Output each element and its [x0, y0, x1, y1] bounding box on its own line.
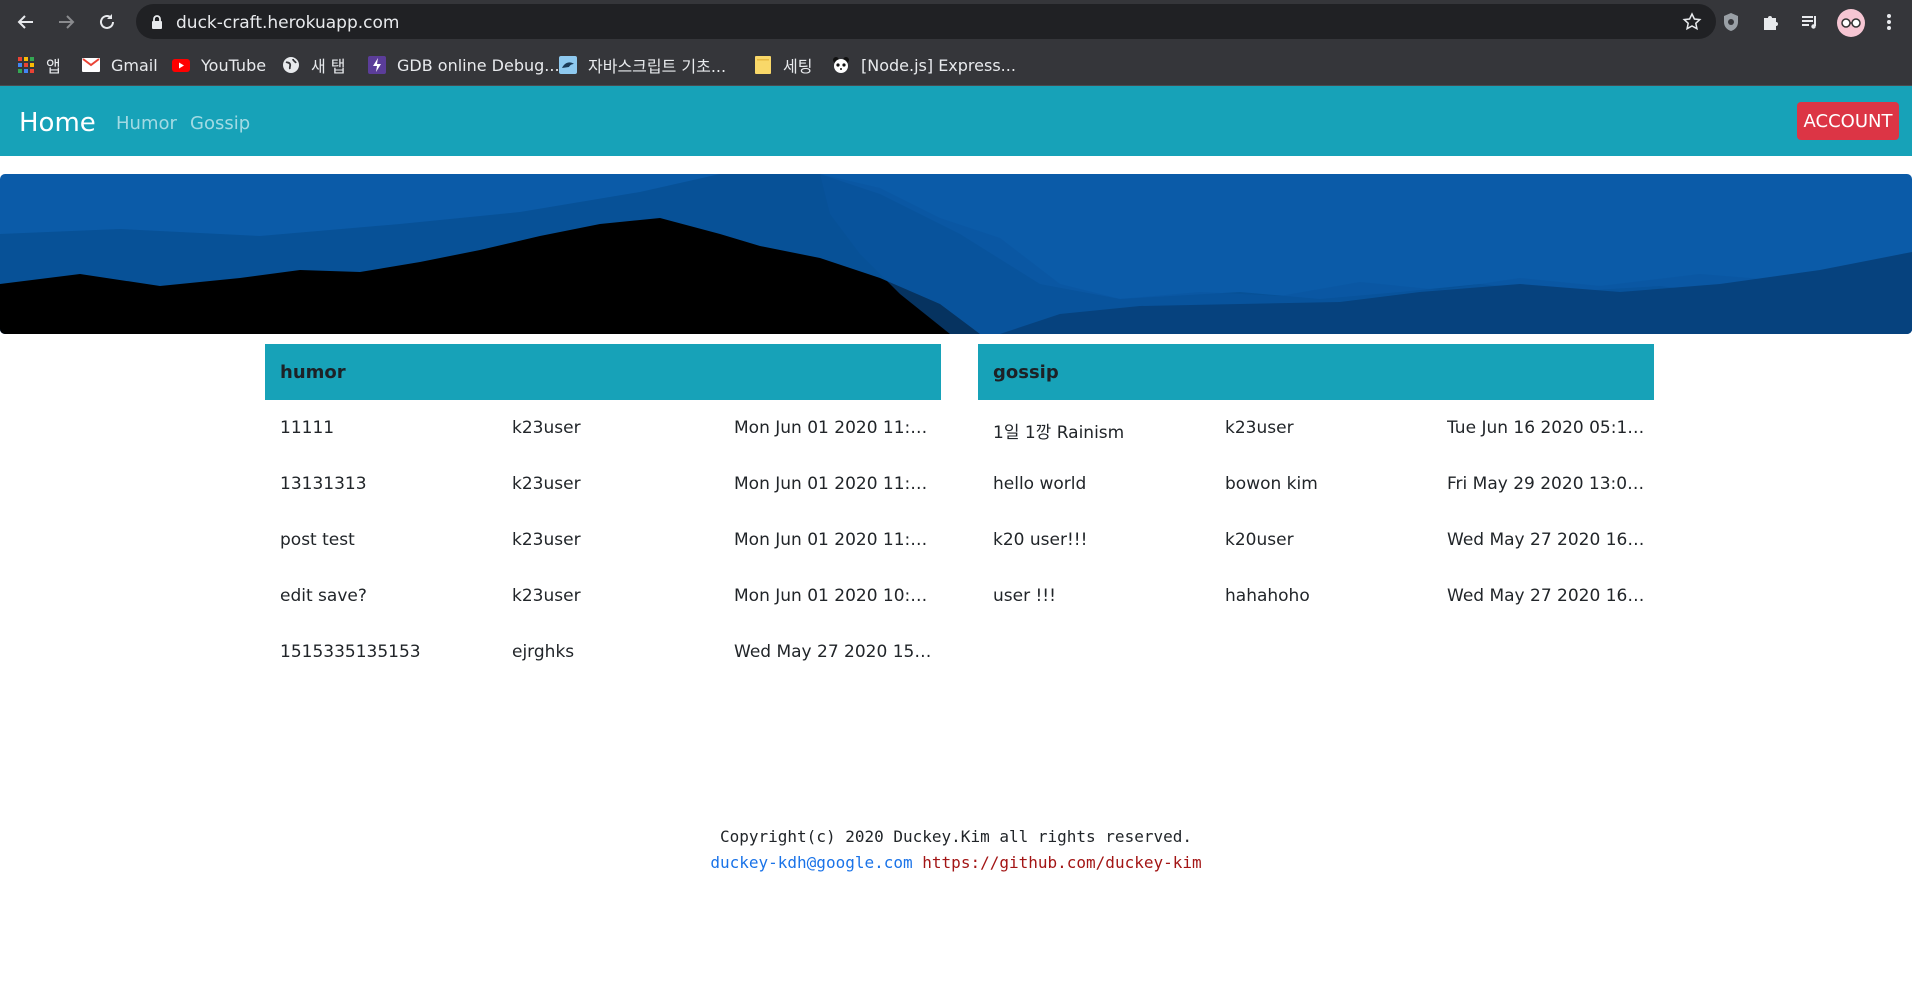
post-title[interactable]: 1일 1깡 Rainism [993, 418, 1213, 443]
media-button[interactable] [1797, 9, 1823, 35]
folder-icon [754, 56, 772, 74]
bookmark-label: 새 탭 [311, 57, 346, 76]
url-text: duck-craft.herokuapp.com [176, 13, 400, 33]
table-row[interactable]: 13131313 k23user Mon Jun 01 2020 11:1... [265, 456, 941, 512]
email-link[interactable]: duckey-kdh@google.com [710, 853, 912, 872]
gmail-icon [82, 56, 100, 74]
shield-extension-button[interactable] [1718, 9, 1744, 35]
board-title[interactable]: humor [265, 344, 941, 400]
playlist-icon [1802, 16, 1816, 29]
bookmark-label: 앱 [46, 57, 61, 76]
puzzle-icon [1764, 16, 1778, 30]
bookmark-label: 자바스크립트 기초... [588, 57, 727, 76]
browser-toolbar: duck-craft.herokuapp.com [0, 0, 1912, 43]
menu-button[interactable] [1876, 9, 1902, 35]
table-row[interactable]: user !!! hahahoho Wed May 27 2020 16:1..… [978, 568, 1654, 624]
arrow-right-icon [58, 14, 74, 29]
post-title[interactable]: hello world [993, 474, 1213, 494]
humor-board: humor 11111 k23user Mon Jun 01 2020 11:2… [265, 344, 941, 680]
post-date: Wed May 27 2020 16:1... [1447, 586, 1647, 606]
table-row[interactable]: 11111 k23user Mon Jun 01 2020 11:2... [265, 400, 941, 456]
account-button[interactable]: ACCOUNT [1797, 102, 1899, 140]
post-author: k23user [1225, 418, 1294, 438]
post-title[interactable]: 11111 [280, 418, 500, 438]
post-title[interactable]: 13131313 [280, 474, 500, 494]
profile-avatar[interactable] [1837, 9, 1865, 37]
youtube-icon [172, 56, 190, 74]
post-title[interactable]: k20 user!!! [993, 530, 1213, 550]
bookmark-label: YouTube [201, 55, 267, 75]
table-row[interactable]: k20 user!!! k20user Wed May 27 2020 16:1… [978, 512, 1654, 568]
forward-button[interactable] [52, 8, 79, 35]
bookmark-new-tab[interactable]: 새 탭 [282, 54, 346, 76]
star-icon[interactable] [1682, 12, 1702, 32]
post-date: Wed May 27 2020 16:1... [1447, 530, 1647, 550]
panda-icon [832, 56, 850, 74]
table-row[interactable]: 1515335135153 ejrghks Wed May 27 2020 15… [265, 624, 941, 680]
more-vertical-icon [1887, 14, 1891, 30]
post-author: bowon kim [1225, 474, 1318, 494]
site-navbar: Home Humor Gossip ACCOUNT [0, 86, 1912, 156]
post-date: Tue Jun 16 2020 05:14:... [1447, 418, 1647, 438]
bookmark-youtube[interactable]: YouTube [172, 54, 266, 76]
post-date: Wed May 27 2020 15:1... [734, 642, 934, 662]
mountain-landscape-image [0, 174, 1912, 334]
table-row[interactable]: post test k23user Mon Jun 01 2020 11:0..… [265, 512, 941, 568]
bookmarks-bar: 앱 Gmail YouTube 새 탭 GDB online Debug... … [0, 43, 1912, 86]
nav-link-humor[interactable]: Humor [116, 113, 177, 134]
back-button[interactable] [12, 8, 39, 35]
bookmark-gmail[interactable]: Gmail [82, 54, 158, 76]
reload-button[interactable] [93, 8, 120, 35]
table-row[interactable]: hello world bowon kim Fri May 29 2020 13… [978, 456, 1654, 512]
bookmark-gdb[interactable]: GDB online Debug... [368, 54, 560, 76]
bookmark-label: [Node.js] Express... [861, 55, 1016, 75]
bookmark-apps[interactable]: 앱 [17, 54, 61, 76]
post-author: hahahoho [1225, 586, 1310, 606]
post-author: k23user [512, 474, 581, 494]
bookmark-settings-folder[interactable]: 세팅 [754, 54, 812, 76]
gossip-board: gossip 1일 1깡 Rainism k23user Tue Jun 16 … [978, 344, 1654, 624]
bookmark-label: GDB online Debug... [397, 55, 560, 75]
github-link[interactable]: https://github.com/duckey-kim [922, 853, 1201, 872]
bookmark-express[interactable]: [Node.js] Express... [832, 54, 1016, 76]
post-author: ejrghks [512, 642, 575, 662]
post-title[interactable]: edit save? [280, 586, 500, 606]
bookmark-label: 세팅 [783, 57, 813, 76]
post-date: Fri May 29 2020 13:05:... [1447, 474, 1647, 494]
post-date: Mon Jun 01 2020 11:0... [734, 530, 934, 550]
globe-icon [282, 56, 300, 74]
post-title[interactable]: 1515335135153 [280, 642, 500, 662]
arrow-left-icon [17, 14, 33, 29]
glasses-icon [1841, 18, 1861, 28]
post-title[interactable]: user !!! [993, 586, 1213, 606]
post-author: k20user [1225, 530, 1294, 550]
gdb-icon [368, 56, 386, 74]
post-author: k23user [512, 418, 581, 438]
apps-grid-icon [17, 56, 35, 74]
lock-icon [152, 15, 162, 29]
reload-icon [99, 13, 114, 29]
post-author: k23user [512, 586, 581, 606]
table-row[interactable]: 1일 1깡 Rainism k23user Tue Jun 16 2020 05… [978, 400, 1654, 456]
address-bar[interactable]: duck-craft.herokuapp.com [136, 4, 1716, 39]
post-date: Mon Jun 01 2020 10:5... [734, 586, 934, 606]
table-row[interactable]: edit save? k23user Mon Jun 01 2020 10:5.… [265, 568, 941, 624]
home-link[interactable]: Home [19, 108, 96, 138]
post-author: k23user [512, 530, 581, 550]
shield-icon [1724, 13, 1738, 31]
post-date: Mon Jun 01 2020 11:2... [734, 418, 934, 438]
hero-banner [0, 174, 1912, 334]
nav-link-gossip[interactable]: Gossip [190, 113, 250, 134]
site-footer: Copyright(c) 2020 Duckey.Kim all rights … [0, 824, 1912, 876]
bookmark-label: Gmail [111, 55, 158, 75]
board-title[interactable]: gossip [978, 344, 1654, 400]
site-icon [559, 56, 577, 74]
post-title[interactable]: post test [280, 530, 500, 550]
bookmark-js[interactable]: 자바스크립트 기초... [559, 54, 726, 76]
copyright-text: Copyright(c) 2020 Duckey.Kim all rights … [719, 827, 1192, 846]
extensions-button[interactable] [1757, 9, 1783, 35]
post-date: Mon Jun 01 2020 11:1... [734, 474, 934, 494]
